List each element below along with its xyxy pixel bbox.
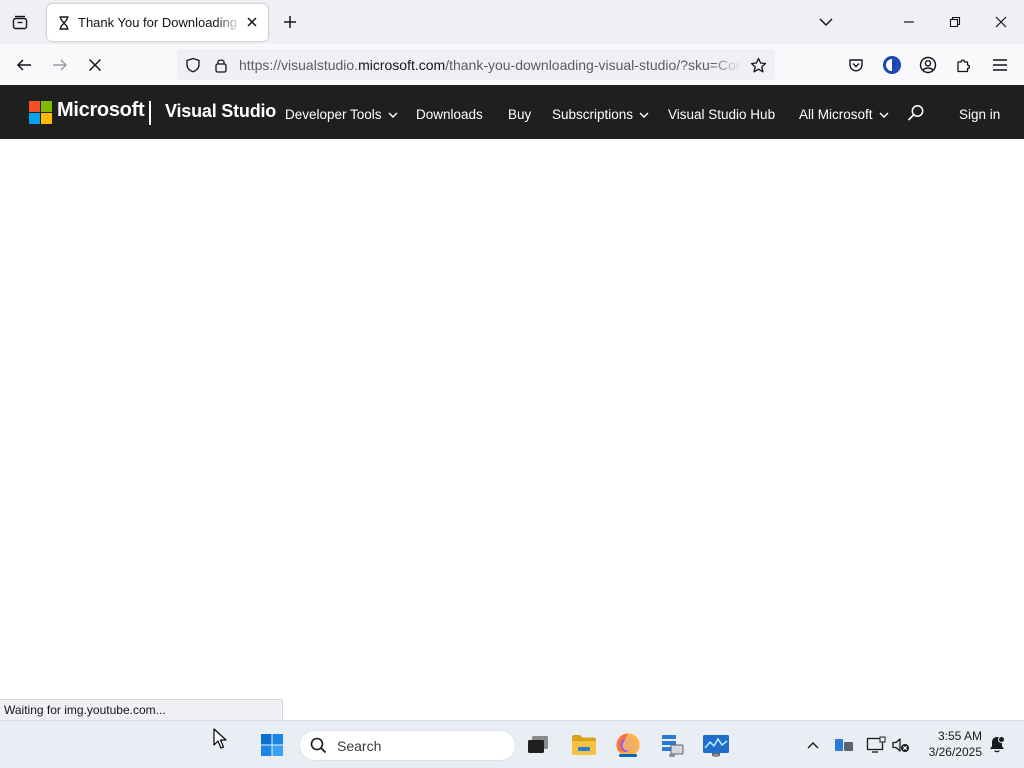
tab-list-button[interactable] bbox=[6, 9, 34, 37]
arrow-left-icon bbox=[16, 59, 31, 71]
nav-visual-studio-hub[interactable]: Visual Studio Hub bbox=[668, 107, 775, 122]
close-window-button[interactable] bbox=[978, 0, 1024, 44]
chevron-down-icon bbox=[819, 18, 833, 27]
tray-app-button[interactable] bbox=[833, 734, 855, 756]
taskbar: Search 3:55 AM 3/26/2025 bbox=[0, 720, 1024, 768]
microsoft-logo-icon[interactable] bbox=[29, 101, 52, 124]
microsoft-brand-link[interactable]: Microsoft bbox=[57, 99, 145, 122]
nav-label: Downloads bbox=[416, 107, 483, 122]
search-icon bbox=[310, 737, 327, 754]
browser-tab-active[interactable]: Thank You for Downloading Visual Studio bbox=[47, 4, 268, 41]
account-button[interactable] bbox=[913, 50, 943, 80]
nav-label: All Microsoft bbox=[799, 107, 873, 122]
minimize-icon bbox=[904, 21, 914, 23]
task-view-icon bbox=[528, 736, 548, 753]
address-bar[interactable]: https://visualstudio.microsoft.com/thank… bbox=[177, 49, 775, 80]
search-icon bbox=[907, 105, 924, 121]
back-button[interactable] bbox=[9, 50, 39, 80]
volume-button[interactable] bbox=[890, 734, 912, 756]
url-path: /thank-you-downloading-visual-studio/?sk… bbox=[445, 57, 741, 73]
taskbar-search-label: Search bbox=[337, 737, 382, 754]
status-bar: Waiting for img.youtube.com... bbox=[0, 699, 283, 720]
url-prefix: https://visualstudio. bbox=[239, 57, 359, 73]
navigation-toolbar: https://visualstudio.microsoft.com/thank… bbox=[0, 44, 1024, 85]
list-all-tabs-button[interactable] bbox=[814, 10, 838, 34]
url-text[interactable]: https://visualstudio.microsoft.com/thank… bbox=[239, 57, 741, 73]
nav-downloads[interactable]: Downloads bbox=[416, 107, 483, 122]
tray-app-icon bbox=[835, 739, 853, 751]
shield-icon[interactable] bbox=[184, 56, 202, 74]
firefox-taskbar-button[interactable] bbox=[612, 729, 644, 761]
windows-logo-icon bbox=[261, 734, 283, 756]
notifications-button[interactable] bbox=[986, 734, 1008, 756]
taskbar-clock[interactable]: 3:55 AM 3/26/2025 bbox=[918, 728, 982, 760]
nav-subscriptions[interactable]: Subscriptions bbox=[552, 107, 649, 122]
nav-label: Buy bbox=[508, 107, 532, 122]
mouse-cursor-icon bbox=[213, 728, 227, 749]
site-header: Microsoft Visual Studio Developer Tools … bbox=[0, 85, 1024, 139]
puzzle-icon bbox=[957, 59, 971, 73]
nav-label: Developer Tools bbox=[285, 107, 382, 122]
server-manager-button[interactable] bbox=[656, 729, 688, 761]
hourglass-icon bbox=[56, 15, 72, 31]
nav-label: Visual Studio Hub bbox=[668, 107, 776, 122]
close-icon bbox=[995, 16, 1007, 28]
pocket-button[interactable] bbox=[841, 50, 871, 80]
arrow-right-icon bbox=[53, 59, 68, 71]
chevron-down-icon bbox=[639, 112, 649, 118]
app-menu-button[interactable] bbox=[985, 50, 1015, 80]
close-tab-icon[interactable] bbox=[244, 14, 260, 30]
page-content bbox=[0, 139, 1024, 720]
extension-button[interactable] bbox=[877, 50, 907, 80]
tab-strip: Thank You for Downloading Visual Studio bbox=[0, 0, 1024, 44]
new-tab-button[interactable] bbox=[277, 9, 303, 35]
nav-developer-tools[interactable]: Developer Tools bbox=[285, 107, 398, 122]
taskbar-search-box[interactable]: Search bbox=[299, 730, 516, 761]
hamburger-icon bbox=[993, 59, 1007, 71]
tab-list-icon bbox=[12, 15, 28, 30]
forward-button[interactable] bbox=[45, 50, 75, 80]
nav-label: Subscriptions bbox=[552, 107, 634, 122]
nav-all-microsoft[interactable]: All Microsoft bbox=[799, 107, 889, 122]
sign-in-link[interactable]: Sign in bbox=[959, 107, 1000, 122]
minimize-button[interactable] bbox=[886, 0, 932, 44]
account-icon bbox=[919, 56, 937, 74]
clock-date: 3/26/2025 bbox=[928, 745, 982, 759]
close-icon bbox=[88, 58, 102, 72]
network-button[interactable] bbox=[865, 734, 887, 756]
lock-icon[interactable] bbox=[212, 56, 230, 74]
restore-icon bbox=[949, 16, 961, 28]
show-hidden-icons-button[interactable] bbox=[802, 734, 824, 756]
extension-circle-icon bbox=[883, 56, 901, 74]
restore-button[interactable] bbox=[932, 0, 978, 44]
plus-icon bbox=[284, 16, 296, 28]
notification-bell-icon bbox=[990, 736, 1005, 753]
url-domain: microsoft.com bbox=[358, 57, 446, 73]
volume-muted-icon bbox=[892, 738, 909, 752]
performance-monitor-button[interactable] bbox=[700, 729, 732, 761]
nav-buy[interactable]: Buy bbox=[508, 107, 531, 122]
task-view-button[interactable] bbox=[522, 729, 554, 761]
clock-time: 3:55 AM bbox=[937, 729, 982, 743]
running-app-indicator bbox=[713, 754, 719, 757]
site-search-button[interactable] bbox=[904, 101, 928, 125]
header-divider bbox=[149, 101, 151, 125]
folder-icon bbox=[572, 735, 596, 755]
running-app-indicator bbox=[669, 754, 675, 757]
start-button[interactable] bbox=[256, 729, 288, 761]
active-app-indicator bbox=[619, 754, 637, 757]
chevron-up-icon bbox=[807, 742, 819, 749]
extensions-button[interactable] bbox=[949, 50, 979, 80]
visual-studio-brand-link[interactable]: Visual Studio bbox=[165, 101, 276, 122]
chevron-down-icon bbox=[388, 112, 398, 118]
file-explorer-button[interactable] bbox=[568, 729, 600, 761]
network-icon bbox=[866, 736, 886, 753]
pocket-icon bbox=[849, 59, 863, 72]
star-icon[interactable] bbox=[749, 56, 767, 74]
tab-title: Thank You for Downloading Visual Studio bbox=[78, 15, 241, 30]
chevron-down-icon bbox=[879, 112, 889, 118]
stop-loading-button[interactable] bbox=[80, 50, 110, 80]
